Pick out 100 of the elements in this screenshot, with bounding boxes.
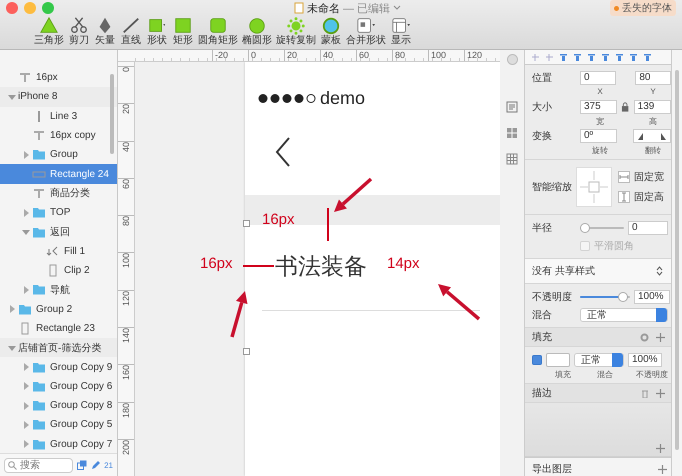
toolbar-button[interactable]: 形状 [146,16,168,46]
layer-name: Clip 2 [64,265,90,276]
disclosure-arrow-icon[interactable] [22,440,30,448]
layer-row[interactable]: 返回 [0,222,117,242]
ruler-label: 80 [121,216,131,226]
plus-icon[interactable] [656,332,665,342]
align-icon[interactable] [629,52,638,62]
slider[interactable] [580,222,624,232]
number-field[interactable]: 0 [628,220,668,234]
toolbar-button[interactable]: 圆角矩形 [198,16,238,46]
resizing-control[interactable] [576,167,612,207]
layer-row[interactable]: 16px copy [0,126,117,146]
align-icon[interactable] [643,52,652,62]
disclosure-arrow-icon[interactable] [22,402,30,410]
shared-style-dropdown[interactable]: 没有 共享样式 [525,259,671,284]
disclosure-arrow-icon[interactable] [22,208,30,217]
search-field[interactable]: 搜索 [4,458,74,472]
layer-row[interactable]: 16px [0,68,117,88]
copy-icon[interactable] [77,460,88,470]
toolbar-button[interactable]: 显示 [390,16,412,46]
layer-row[interactable]: Group 2 [0,300,117,319]
toolbar-button[interactable]: 旋转复制 [276,16,316,46]
symbol-icon[interactable] [506,54,518,65]
align-icon[interactable] [559,52,568,62]
layer-row[interactable]: Group Copy 9 [0,357,117,377]
toolbar-button[interactable]: 直线 [120,16,142,46]
layer-row[interactable]: Line 3 [0,106,117,126]
toolbar-button[interactable]: 剪刀 [68,16,90,46]
number-field[interactable]: 375 [580,100,618,114]
plus-icon[interactable] [656,444,665,453]
fix-height-icon[interactable] [618,191,630,203]
window-control-button[interactable] [42,2,54,14]
align-icon[interactable] [601,52,610,62]
disclosure-arrow-icon[interactable] [22,150,30,159]
align-icon[interactable] [573,52,582,62]
layer-row[interactable]: Group Copy 8 [0,396,117,416]
layer-row[interactable]: 商品分类 [0,184,117,204]
disclosure-arrow-icon[interactable] [22,382,30,390]
number-field[interactable]: 0 [580,70,616,84]
slider[interactable] [580,292,630,302]
align-icon[interactable] [545,52,554,62]
number-field[interactable]: 80 [635,70,671,84]
inspector-style-icon[interactable] [506,101,518,113]
layer-row[interactable]: iPhone 8 [0,87,117,107]
align-icon[interactable] [615,52,624,62]
resize-handle[interactable] [243,220,250,227]
toolbar-button[interactable]: 椭圆形 [242,16,272,46]
layer-row[interactable]: Group Copy 6 [0,376,117,396]
disclosure-arrow-icon[interactable] [22,363,30,372]
number-field[interactable]: 139 [634,100,672,114]
scrollbar[interactable] [675,70,679,450]
layer-row[interactable]: Rectangle 24 [0,164,117,184]
layer-row[interactable]: TOP [0,203,117,222]
opacity-field[interactable]: 100% [634,290,670,304]
number-field[interactable]: 0º [580,128,617,142]
flip-buttons[interactable] [633,128,671,142]
chevron-down-icon[interactable] [393,5,402,11]
trash-icon[interactable] [641,388,649,398]
disclosure-arrow-icon[interactable] [8,305,16,314]
layer-row[interactable]: Group Copy 5 [0,415,117,435]
checkbox[interactable] [532,354,542,364]
plus-icon[interactable] [658,464,667,474]
layer-row[interactable]: 店铺首页-筛选分类 [0,338,117,358]
toolbar-button[interactable]: 矢量 [94,16,116,46]
layer-row[interactable]: Rectangle 23 [0,318,117,338]
color-swatch[interactable] [546,352,570,366]
disclosure-arrow-icon[interactable] [22,286,30,294]
disclosure-arrow-icon[interactable] [8,92,16,101]
resize-handle[interactable] [243,348,250,355]
lock-icon[interactable] [621,102,630,112]
settings-icon[interactable] [640,332,649,342]
inspector-layout-icon[interactable] [506,127,518,139]
field-caption: 混合 [596,369,614,379]
layer-row[interactable]: Clip 2 [0,260,117,280]
missing-fonts-badge[interactable]: 丢失的字体 [610,0,676,16]
disclosure-arrow-icon[interactable] [8,344,16,352]
toolbar-button[interactable]: 矩形 [172,16,194,46]
layer-row[interactable]: Group [0,145,117,164]
blend-dropdown[interactable]: 正常 [580,308,668,322]
layer-row[interactable]: 导航 [0,280,117,300]
toolbar-button[interactable]: 合并形状 [346,16,386,46]
pencil-icon[interactable] [91,460,100,470]
align-icon[interactable] [587,52,596,62]
window-control-button[interactable] [24,2,36,14]
align-icon[interactable] [531,52,540,62]
opacity-field[interactable]: 100% [628,352,662,366]
layer-row[interactable]: Fill 1 [0,242,117,261]
slider-thumb[interactable] [618,292,628,302]
fix-width-icon[interactable] [618,171,630,183]
plus-icon[interactable] [656,388,665,398]
toolbar-button[interactable]: 三角形 [34,16,64,46]
toolbar-button[interactable]: 蒙板 [320,16,342,46]
layer-row[interactable]: Group Copy 7 [0,434,117,453]
slider-thumb[interactable] [580,222,590,232]
window-control-button[interactable] [6,2,18,14]
grid-icon[interactable] [506,153,518,165]
disclosure-arrow-icon[interactable] [22,228,30,236]
blend-dropdown[interactable]: 正常 [574,352,624,366]
back-chevron-icon[interactable] [275,137,291,167]
disclosure-arrow-icon[interactable] [22,420,30,429]
